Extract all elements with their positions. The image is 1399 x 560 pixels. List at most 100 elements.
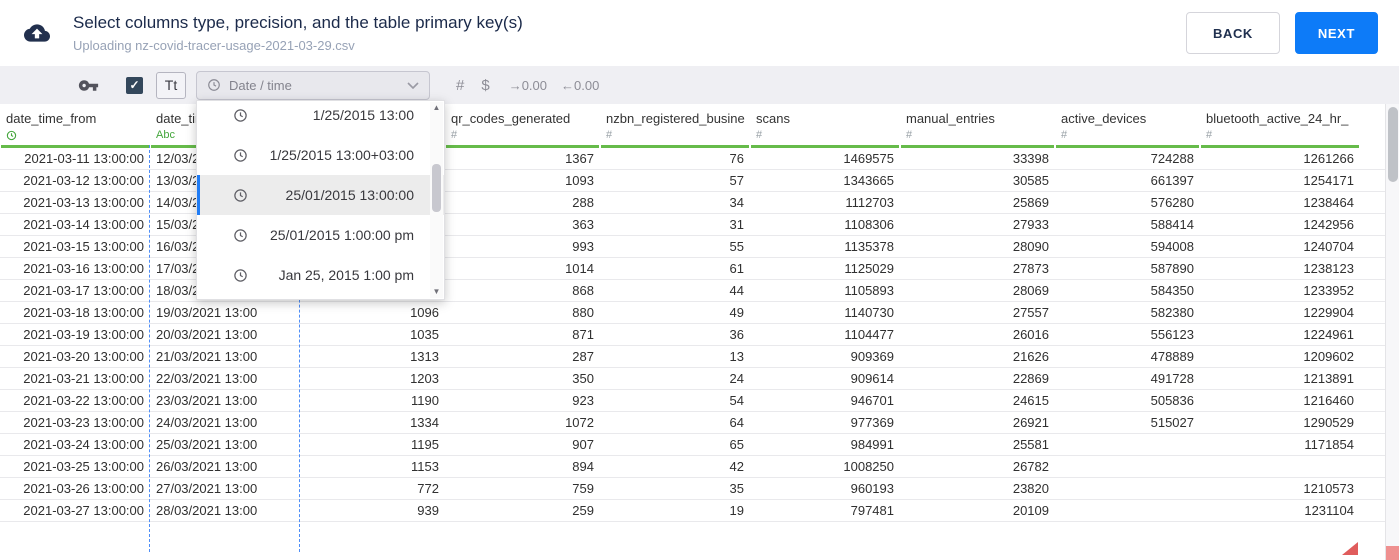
table-cell: 22/03/2021 13:00 [156,371,258,386]
column-header[interactable]: nzbn_registered_busine # [600,104,750,148]
column-type-indicator: # [1206,129,1213,141]
format-dropdown-list: 1/25/2015 13:00 1/25/2015 13:00+03:00 25/0… [197,101,444,295]
table-cell: 1112703 [845,195,894,210]
table-cell: 36 [729,327,744,342]
column-type-select[interactable]: Date / time [196,70,430,100]
column-valid-bar [446,145,599,148]
primary-key-icon[interactable] [78,75,99,96]
clock-icon [233,188,248,203]
table-cell: 20/03/2021 13:00 [156,327,258,342]
table-cell: 797481 [850,503,894,518]
table-cell: 1104477 [844,327,894,342]
clock-icon [233,228,248,243]
table-cell: 2021-03-25 13:00:00 [23,459,144,474]
table-cell: 1140730 [844,305,894,320]
table-cell: 1108306 [844,217,894,232]
table-cell: 34 [729,195,744,210]
csv-import-wizard-window: Select columns type, precision, and the … [0,0,1399,560]
format-option[interactable]: Jan 25, 2015 1:00 pm [197,255,444,295]
dropdown-scrollbar-thumb[interactable] [432,164,441,212]
table-cell: 25581 [1012,437,1049,452]
increase-precision-button[interactable]: →0.00 [509,78,547,93]
table-cell: 880 [572,305,594,320]
table-cell: 984991 [850,437,894,452]
table-cell: 2021-03-20 13:00:00 [23,349,144,364]
include-column-checkbox[interactable]: ✓ [126,76,143,94]
column-header[interactable]: qr_codes_generated # [445,104,600,148]
table-cell: 1242956 [1303,217,1354,232]
table-cell: 33398 [1012,151,1049,166]
next-button[interactable]: NEXT [1294,12,1378,54]
table-cell: 1203 [410,371,439,386]
column-header[interactable]: manual_entries # [900,104,1055,148]
cloud-upload-icon [21,20,55,46]
scroll-down-icon[interactable]: ▼ [433,288,441,296]
format-option[interactable]: 25/01/2015 13:00:00 [197,175,444,215]
column-valid-bar [1,145,149,148]
table-cell: 23/03/2021 13:00 [156,393,258,408]
text-type-button[interactable]: Tt [156,71,186,99]
back-button[interactable]: BACK [1185,12,1280,54]
table-cell: 1233952 [1303,283,1354,298]
dropdown-scrollbar[interactable]: ▲ ▼ [430,102,443,298]
table-cell: 1238123 [1303,261,1354,276]
table-cell: 2021-03-27 13:00:00 [23,503,144,518]
column-header[interactable]: bluetooth_active_24_hr_ # [1200,104,1360,148]
table-cell: 946701 [850,393,894,408]
table-cell: 993 [572,239,594,254]
table-cell: 907 [572,437,594,452]
table-cell: 576280 [1150,195,1194,210]
column-valid-bar [1056,145,1199,148]
table-cell: 1035 [410,327,439,342]
table-cell: 49 [729,305,744,320]
table-cell: 594008 [1150,239,1194,254]
table-cell: 64 [729,415,744,430]
table-cell [1200,456,1360,477]
column-name: bluetooth_active_24_hr_ [1206,111,1349,126]
table-cell: 35 [729,481,744,496]
table-cell: 1190 [411,393,439,408]
integer-type-button[interactable]: # [456,77,464,94]
table-cell: 868 [572,283,594,298]
table-cell: 25869 [1012,195,1049,210]
table-cell: 21626 [1012,349,1049,364]
format-option[interactable]: 25/01/2015 1:00:00 pm [197,215,444,255]
table-cell: 20109 [1012,503,1049,518]
scroll-up-icon[interactable]: ▲ [433,104,441,112]
clock-icon [233,148,248,163]
table-cell: 2021-03-22 13:00:00 [23,393,144,408]
table-cell: 26782 [1012,459,1049,474]
currency-type-button[interactable]: $ [481,77,489,94]
table-row: 2021-03-19 13:00:00 20/03/2021 13:00 1035 8… [0,324,1385,346]
table-cell: 491728 [1150,371,1194,386]
table-cell: 1153 [411,459,439,474]
vertical-scrollbar[interactable] [1385,104,1399,560]
clock-icon [233,108,248,123]
column-header[interactable]: active_devices # [1055,104,1200,148]
column-header[interactable]: date_time_from [0,104,150,148]
table-cell: 26/03/2021 13:00 [156,459,258,474]
format-option[interactable]: 1/25/2015 13:00 [197,101,444,135]
date-format-dropdown: 1/25/2015 13:00 1/25/2015 13:00+03:00 25/0… [196,100,445,300]
table-cell: 287 [572,349,594,364]
table-cell: 960193 [850,481,894,496]
table-cell: 1171854 [1304,437,1354,452]
table-cell: 31 [729,217,744,232]
table-cell: 1105893 [844,283,894,298]
format-option-label: 1/25/2015 13:00 [312,107,414,123]
table-cell: 25/03/2021 13:00 [156,437,258,452]
table-cell: 13 [729,349,744,364]
table-cell: 2021-03-19 13:00:00 [23,327,144,342]
table-cell: 587890 [1150,261,1194,276]
decrease-precision-button[interactable]: ←0.00 [561,78,599,93]
table-cell: 1224961 [1303,327,1354,342]
clock-icon [207,78,221,92]
column-header[interactable]: scans # [750,104,900,148]
table-cell: 2021-03-14 13:00:00 [23,217,144,232]
table-cell: 26016 [1012,327,1049,342]
table-cell: 1254171 [1303,173,1354,188]
page-title: Select columns type, precision, and the … [73,13,523,32]
upload-status-text: Uploading nz-covid-tracer-usage-2021-03-… [73,38,355,53]
format-option[interactable]: 1/25/2015 13:00+03:00 [197,135,444,175]
vertical-scrollbar-thumb[interactable] [1388,107,1398,182]
